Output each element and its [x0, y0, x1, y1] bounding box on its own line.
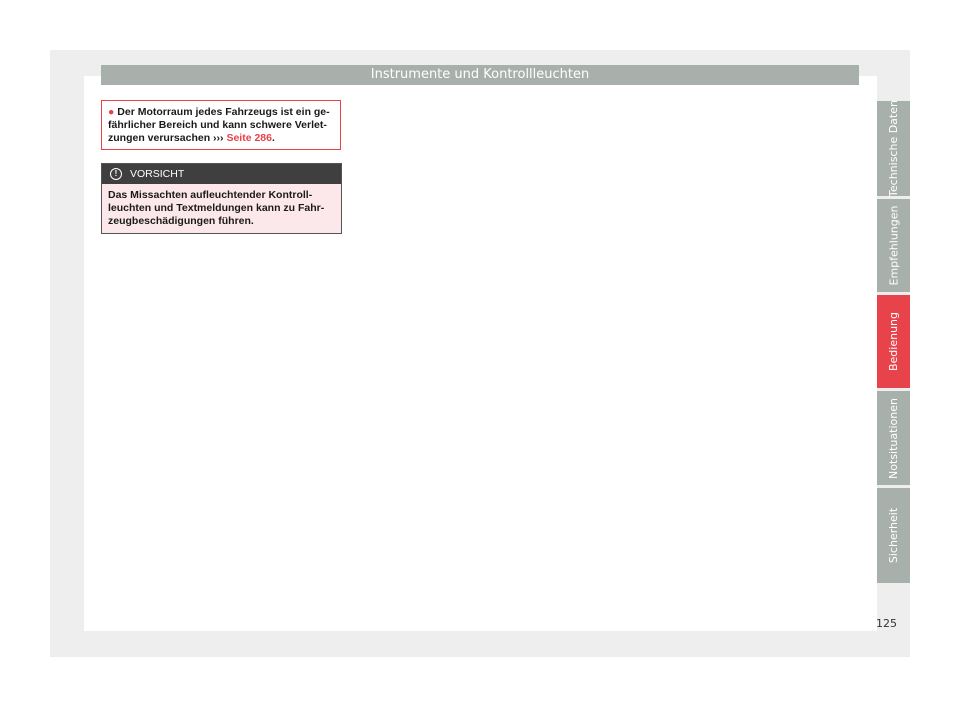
- page-content: [84, 76, 877, 631]
- warning-line-3: zungen verursachen ››› Seite 286.: [108, 132, 275, 144]
- warning-box: ● Der Motorraum jedes Fahrzeugs ist ein …: [101, 100, 341, 150]
- warning-line-1: ● Der Motorraum jedes Fahrzeugs ist ein …: [108, 106, 330, 118]
- caution-title: VORSICHT: [130, 168, 185, 180]
- caution-line-2: leuchten und Textmeldungen kann zu Fahr-: [108, 202, 325, 214]
- page-link[interactable]: Seite 286: [224, 132, 272, 144]
- tab-technische-daten[interactable]: Technische Daten: [877, 100, 910, 197]
- page-number: 125: [876, 617, 897, 630]
- caution-line-1: Das Missachten aufleuchtender Kontroll-: [108, 189, 313, 201]
- tab-notsituationen[interactable]: Notsituationen: [877, 391, 910, 485]
- tab-bedienung[interactable]: Bedienung: [877, 295, 910, 388]
- caution-icon: !: [110, 168, 122, 180]
- arrow-icon: ›››: [213, 132, 224, 144]
- tab-sicherheit[interactable]: Sicherheit: [877, 488, 910, 583]
- section-header: Instrumente und Kontrollleuchten: [101, 65, 859, 85]
- caution-line-3: zeugbeschädigungen führen.: [108, 215, 254, 227]
- caution-box: ! VORSICHT Das Missachten aufleuchtender…: [101, 163, 342, 234]
- caution-header: ! VORSICHT: [102, 164, 341, 184]
- section-title: Instrumente und Kontrollleuchten: [370, 67, 590, 82]
- caution-text: Das Missachten aufleuchtender Kontroll- …: [102, 184, 341, 233]
- bullet-icon: ●: [108, 106, 115, 118]
- warning-line-2: fährlicher Bereich und kann schwere Verl…: [108, 119, 327, 131]
- tab-empfehlungen[interactable]: Empfehlungen: [877, 199, 910, 292]
